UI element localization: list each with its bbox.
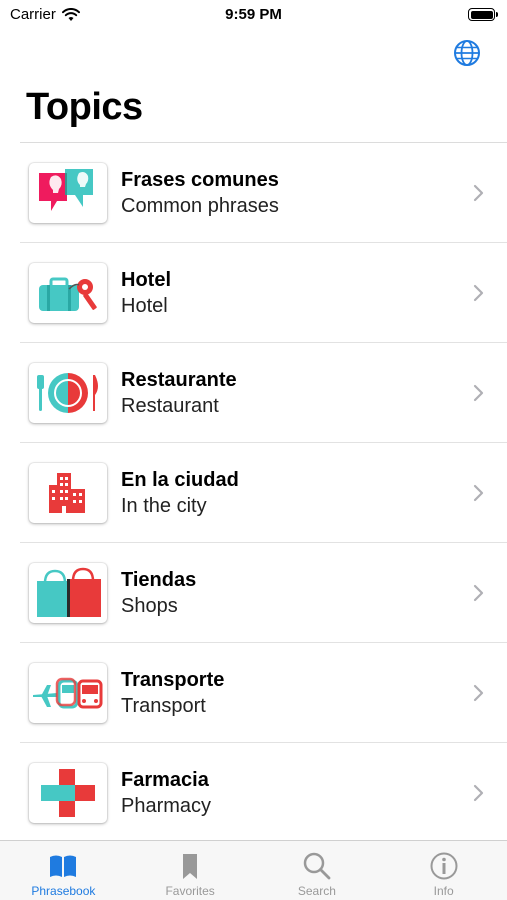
topic-row-common-phrases[interactable]: Frases comunes Common phrases [0,143,507,243]
topic-row-hotel[interactable]: Hotel Hotel [0,243,507,343]
chevron-right-icon [473,584,484,602]
chevron-right-icon [473,484,484,502]
battery-icon [468,8,498,21]
suitcase-key-icon [29,263,107,323]
topic-row-pharmacy[interactable]: Farmacia Pharmacy [0,743,507,843]
tab-label: Phrasebook [31,884,96,898]
search-icon [303,852,331,880]
tab-info[interactable]: Info [380,841,507,900]
info-icon [430,852,458,880]
speech-bubbles-icon [29,163,107,223]
globe-icon[interactable] [453,39,481,67]
topic-title: Hotel [121,269,171,291]
topic-row-city[interactable]: En la ciudad In the city [0,443,507,543]
topic-subtitle: In the city [121,495,207,517]
topic-title: Restaurante [121,369,237,391]
topic-subtitle: Pharmacy [121,795,212,817]
chevron-right-icon [473,384,484,402]
topic-title: En la ciudad [121,469,239,491]
pharmacy-cross-icon [29,763,107,823]
battery-fill [470,10,493,19]
topic-subtitle: Hotel [121,295,168,317]
status-time: 9:59 PM [225,6,282,23]
transport-icon [29,663,107,723]
topic-title: Farmacia [121,769,209,791]
tab-favorites[interactable]: Favorites [127,841,254,900]
page-title: Topics [26,86,143,128]
tab-label: Search [297,884,336,898]
chevron-right-icon [473,184,484,202]
topic-title: Frases comunes [121,169,279,191]
chevron-right-icon [473,784,484,802]
topic-title: Transporte [121,669,225,691]
building-icon [29,463,107,523]
bookmark-icon [183,854,198,879]
topic-list: Frases comunes Common phrases Hotel Hote… [0,143,507,843]
tab-bar: Phrasebook Favorites Search Info [0,840,507,900]
status-bar: Carrier 9:59 PM [0,0,507,30]
shopping-bags-icon [29,563,107,623]
topic-row-restaurant[interactable]: Restaurante Restaurant [0,343,507,443]
chevron-right-icon [473,284,484,302]
tab-search[interactable]: Search [254,841,381,900]
topic-subtitle: Shops [121,595,178,617]
book-icon [50,855,77,877]
tab-label: Info [433,884,454,898]
tab-label: Favorites [165,884,215,898]
topic-subtitle: Transport [121,695,206,717]
topic-row-transport[interactable]: Transporte Transport [0,643,507,743]
chevron-right-icon [473,684,484,702]
topic-title: Tiendas [121,569,197,591]
plate-cutlery-icon [29,363,107,423]
topic-subtitle: Restaurant [121,395,219,417]
topic-subtitle: Common phrases [121,195,279,217]
topic-row-shops[interactable]: Tiendas Shops [0,543,507,643]
tab-phrasebook[interactable]: Phrasebook [0,841,127,900]
